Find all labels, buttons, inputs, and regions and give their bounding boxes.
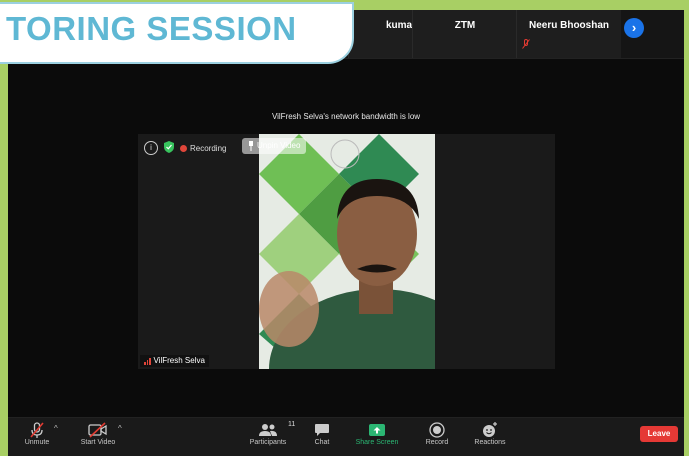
recording-label: Recording [190,143,227,153]
participants-icon [259,424,277,436]
start-video-label: Start Video [80,439,116,446]
video-options-chevron-icon[interactable]: ^ [118,424,122,433]
signal-bars-icon [144,357,151,365]
record-icon [429,422,445,438]
share-screen-icon [369,424,385,436]
reactions-label: Reactions [474,439,506,446]
unmute-label: Unmute [24,439,50,446]
video-off-icon [88,422,107,438]
reactions-button[interactable]: Reactions [470,421,510,446]
unmute-button[interactable]: Unmute [20,421,54,446]
pin-icon [249,141,253,151]
audio-options-chevron-icon[interactable]: ^ [54,424,58,433]
info-icon[interactable]: i [144,141,158,155]
recording-dot-icon [180,144,187,152]
participant-tile[interactable]: ZTM [412,10,517,58]
next-page-chevron-icon[interactable]: › [624,18,644,38]
leave-button[interactable]: Leave [640,426,678,442]
chat-label: Chat [314,439,330,446]
participants-count: 11 [288,421,296,428]
unpin-video-button[interactable]: Unpin Video [242,138,307,154]
video-status-bar: i Recording [144,140,226,156]
participants-button[interactable]: Participants [244,421,292,446]
chat-icon [315,424,329,436]
video-feed [259,134,435,369]
shield-icon[interactable] [164,140,174,156]
unpin-label: Unpin Video [257,141,301,150]
banner-title: TORING SESSION [6,10,297,47]
recording-indicator[interactable]: Recording [180,144,226,153]
speaker-person-image [259,179,435,369]
participant-tile[interactable]: Neeru Bhooshan [516,10,621,58]
session-banner: TORING SESSION [0,2,354,64]
share-screen-label: Share Screen [355,439,399,446]
participant-name: ZTM [454,20,476,31]
meeting-toolbar: Unmute ^ Start Video ^ Participants 11 C… [8,417,684,456]
muted-mic-icon [522,39,530,52]
record-button[interactable]: Record [422,421,452,446]
speaker-name: VilFresh Selva [153,356,205,365]
start-video-button[interactable]: Start Video [76,421,120,446]
active-speaker-video[interactable]: i Recording Unpin Video VilFresh Selva [138,134,555,369]
share-screen-button[interactable]: Share Screen [352,421,402,446]
bandwidth-notice: VilFresh Selva's network bandwidth is lo… [271,112,421,121]
muted-mic-icon [30,422,44,438]
record-label: Record [425,439,449,446]
chat-button[interactable]: Chat [308,421,336,446]
participant-name: Neeru Bhooshan [528,20,609,31]
speaker-name-tag: VilFresh Selva [140,355,209,367]
participants-label: Participants [249,439,287,446]
reactions-icon [483,422,497,437]
zoom-window: kumar ZTM Neeru Bhooshan › TORING SESSIO… [0,2,684,456]
